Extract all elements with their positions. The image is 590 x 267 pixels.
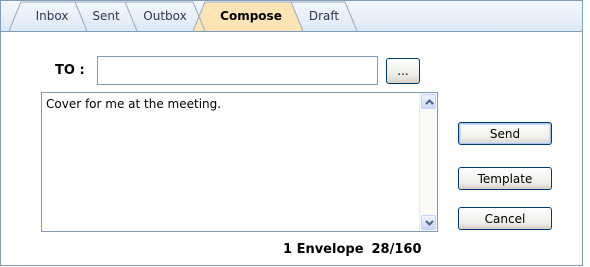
chevron-up-icon [425,99,434,105]
character-counter: 28/160 [371,242,422,257]
tab-draft[interactable]: Draft [299,1,349,31]
cancel-button[interactable]: Cancel [458,207,552,230]
template-button[interactable]: Template [458,167,552,190]
message-box: Cover for me at the meeting. [41,92,438,232]
message-textarea[interactable]: Cover for me at the meeting. [46,97,412,225]
tab-outbox[interactable]: Outbox [135,1,195,31]
recipient-input[interactable] [97,56,378,85]
sms-compose-window: Inbox Sent Outbox Compose Draft TO : ...… [0,0,583,266]
message-scrollbar[interactable] [419,93,437,231]
chevron-down-icon [425,220,434,226]
scroll-down-button[interactable] [421,215,436,230]
tab-inbox[interactable]: Inbox [25,1,79,31]
to-label: TO : [55,63,85,78]
message-status: 1 Envelope 28/160 [283,242,422,257]
envelope-count: 1 Envelope [283,242,364,257]
tab-bar: Inbox Sent Outbox Compose Draft [1,1,582,32]
browse-contacts-button[interactable]: ... [386,58,420,84]
scroll-up-button[interactable] [421,94,436,109]
send-button[interactable]: Send [458,122,552,145]
tab-sent[interactable]: Sent [83,1,129,31]
tab-compose[interactable]: Compose [207,1,295,31]
